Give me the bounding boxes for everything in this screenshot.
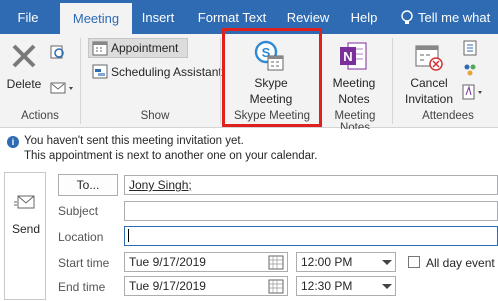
send-label: Send bbox=[12, 222, 41, 236]
lightbulb-icon bbox=[401, 10, 413, 24]
group-label-show: Show bbox=[140, 110, 170, 122]
text-caret bbox=[128, 229, 129, 242]
onenote-icon[interactable]: N bbox=[338, 40, 368, 72]
tab-insert[interactable]: Insert bbox=[138, 0, 178, 34]
end-date-calendar-icon[interactable] bbox=[268, 278, 284, 294]
start-time-field[interactable]: 12:00 PM bbox=[296, 252, 396, 272]
send-button[interactable] bbox=[4, 172, 46, 300]
info-icon: i bbox=[7, 136, 19, 148]
end-time-label: End time bbox=[58, 280, 106, 294]
start-date-calendar-icon[interactable] bbox=[268, 254, 284, 270]
info-line-conflict: This appointment is next to another one … bbox=[24, 150, 318, 162]
scheduling-assistant-button[interactable]: Scheduling Assistant bbox=[111, 65, 222, 79]
forward-icon[interactable] bbox=[50, 44, 66, 60]
tell-me-search[interactable]: Tell me what y bbox=[418, 0, 498, 61]
location-input[interactable] bbox=[124, 226, 498, 246]
group-separator bbox=[220, 38, 221, 124]
end-time-field[interactable]: 12:30 PM bbox=[296, 276, 396, 296]
address-book-icon[interactable] bbox=[462, 40, 478, 56]
send-envelope-icon bbox=[14, 195, 35, 209]
all-day-checkbox[interactable] bbox=[408, 256, 420, 268]
group-label-attendees: Attendees bbox=[422, 110, 474, 122]
info-line-unsent: You haven't sent this meeting invitation… bbox=[24, 135, 244, 147]
to-recipient[interactable]: Jony Singh; bbox=[129, 178, 192, 192]
start-date-field[interactable]: Tue 9/17/2019 bbox=[124, 252, 288, 272]
delete-icon[interactable] bbox=[10, 42, 38, 70]
tab-meeting[interactable]: Meeting bbox=[60, 3, 132, 34]
appointment-label: Appointment bbox=[111, 41, 179, 55]
scheduling-assistant-icon bbox=[92, 64, 108, 79]
subject-label: Subject bbox=[58, 204, 99, 218]
meeting-notes-line1[interactable]: Meeting bbox=[324, 76, 384, 91]
tab-help[interactable]: Help bbox=[346, 0, 382, 34]
subject-input[interactable] bbox=[124, 201, 498, 221]
group-label-actions: Actions bbox=[21, 110, 59, 122]
cancel-invitation-line2[interactable]: Invitation bbox=[400, 92, 458, 107]
svg-text:N: N bbox=[343, 49, 352, 64]
response-options-icon[interactable] bbox=[462, 84, 486, 100]
end-date-field[interactable]: Tue 9/17/2019 bbox=[124, 276, 288, 296]
all-day-label: All day event bbox=[426, 256, 495, 270]
group-separator bbox=[80, 38, 81, 124]
location-label: Location bbox=[58, 230, 104, 244]
to-button[interactable]: To... bbox=[58, 174, 118, 196]
skype-meeting-highlight-box bbox=[222, 28, 322, 127]
check-names-icon[interactable] bbox=[462, 62, 478, 78]
group-separator bbox=[392, 38, 393, 124]
tab-file[interactable]: File bbox=[8, 0, 48, 34]
start-time-label: Start time bbox=[58, 256, 110, 270]
cancel-invitation-line1[interactable]: Cancel bbox=[400, 76, 458, 91]
to-field[interactable]: Jony Singh; bbox=[124, 175, 498, 195]
end-time-dropdown-icon[interactable] bbox=[382, 284, 392, 289]
start-time-dropdown-icon[interactable] bbox=[382, 260, 392, 265]
meeting-notes-line2[interactable]: Notes bbox=[324, 92, 384, 107]
delete-button[interactable]: Delete bbox=[4, 77, 44, 92]
appointment-calendar-icon bbox=[92, 41, 108, 56]
cancel-invitation-icon[interactable] bbox=[414, 42, 444, 72]
respond-dropdown-icon[interactable] bbox=[50, 80, 76, 96]
